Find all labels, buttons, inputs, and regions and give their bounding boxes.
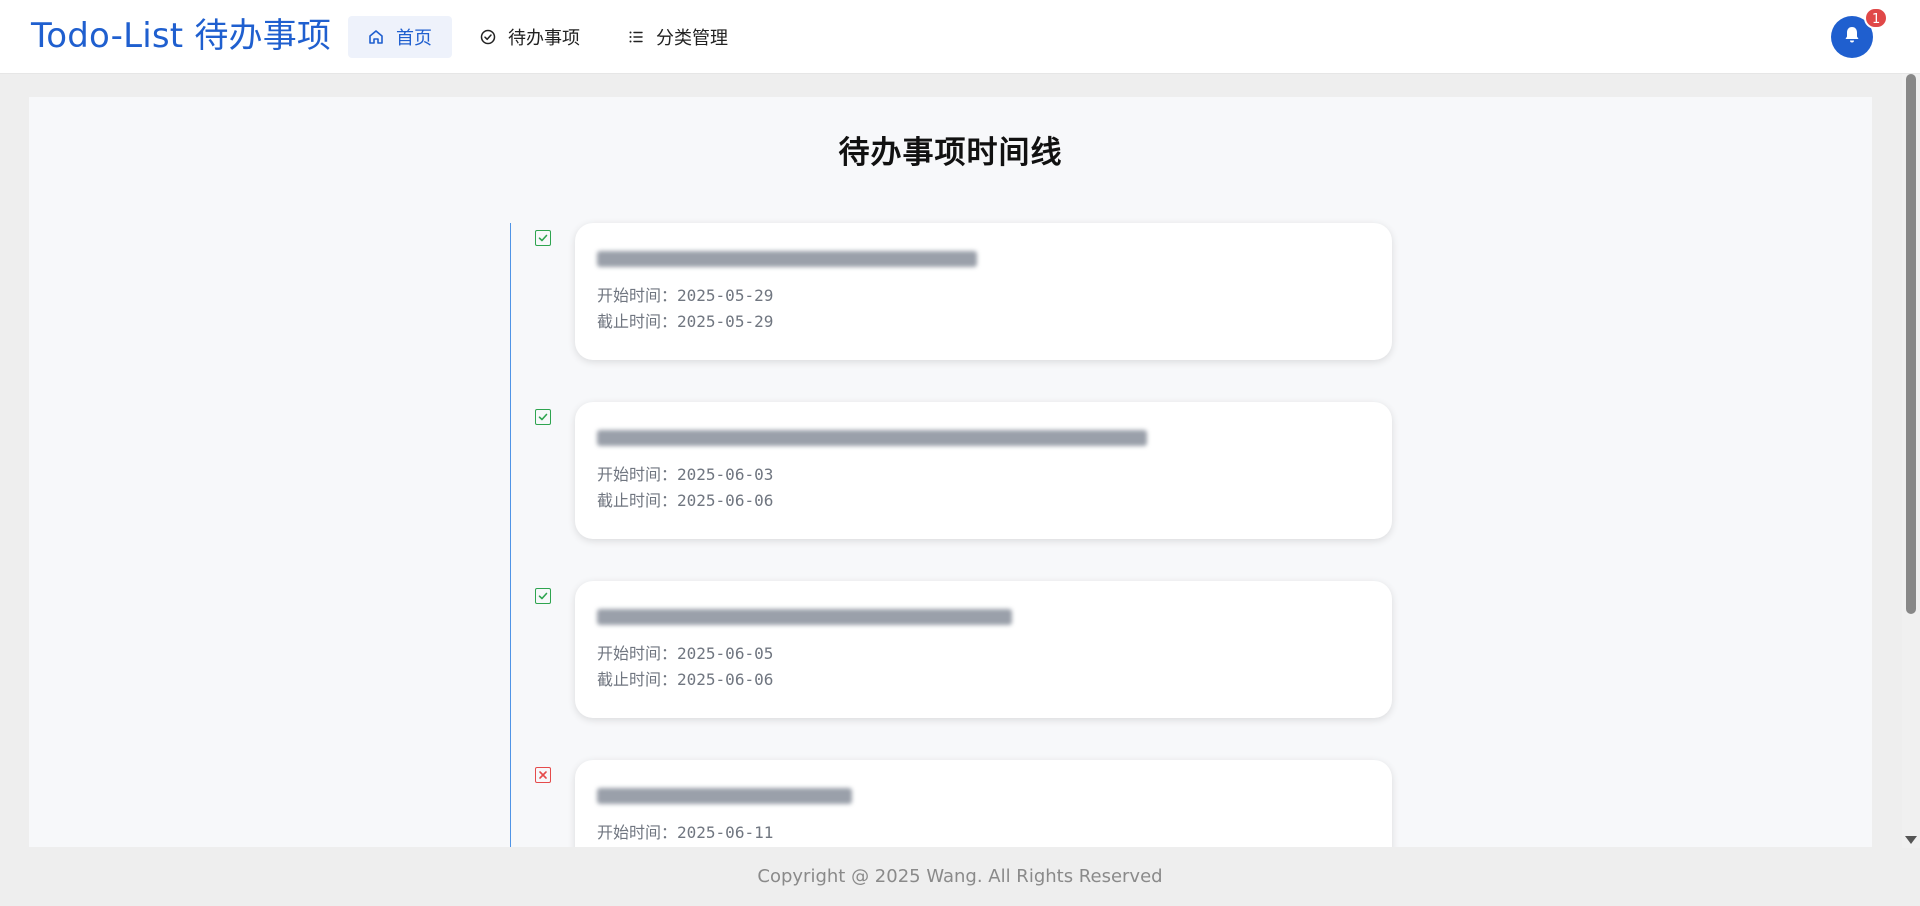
nav-item-label: 待办事项 [508, 28, 580, 49]
start-date-label: 开始时间： [597, 286, 678, 305]
page-title: 待办事项时间线 [838, 135, 1063, 171]
end-date-line: 截止时间：2025-06-06 [597, 667, 1370, 693]
end-date-value: 2025-06-06 [677, 491, 774, 510]
end-date-value: 2025-06-06 [677, 670, 774, 689]
completed-status-icon [535, 588, 551, 604]
check-circle-icon [480, 29, 496, 45]
blurred-title-placeholder [597, 609, 1012, 625]
todo-title [597, 245, 1370, 275]
completed-status-icon [535, 230, 551, 246]
start-date-line: 开始时间：2025-06-11 [597, 820, 1370, 846]
timeline-axis [510, 223, 511, 847]
start-date-label: 开始时间： [597, 644, 678, 663]
start-date-label: 开始时间： [597, 465, 678, 484]
start-date-value: 2025-06-03 [677, 465, 774, 484]
nav-item-categories[interactable]: 分类管理 [608, 16, 748, 58]
start-date-value: 2025-06-05 [677, 644, 774, 663]
notification-count-badge: 1 [1864, 7, 1889, 29]
bell-icon [1842, 25, 1862, 49]
end-date-label: 截止时间： [597, 312, 678, 331]
todo-card[interactable]: 开始时间：2025-06-05 截止时间：2025-06-06 [575, 581, 1392, 718]
todo-card[interactable]: 开始时间：2025-06-03 截止时间：2025-06-06 [575, 402, 1392, 539]
blurred-title-placeholder [597, 251, 977, 267]
scroll-down-arrow-icon[interactable] [1905, 836, 1917, 844]
end-date-line: 截止时间：2025-05-29 [597, 309, 1370, 335]
scrollbar-thumb[interactable] [1906, 74, 1916, 614]
end-date-label: 截止时间： [597, 491, 678, 510]
blurred-title-placeholder [597, 430, 1147, 446]
home-icon [368, 29, 384, 45]
vertical-scrollbar[interactable] [1902, 74, 1920, 848]
todo-card[interactable]: 开始时间：2025-06-11 [575, 760, 1392, 847]
start-date-label: 开始时间： [597, 823, 678, 842]
completed-status-icon [535, 409, 551, 425]
main-nav: 首页 待办事项 分类管理 [348, 16, 748, 58]
start-date-value: 2025-05-29 [677, 286, 774, 305]
nav-item-home[interactable]: 首页 [348, 16, 452, 58]
todo-title [597, 424, 1370, 454]
todo-title [597, 782, 1370, 812]
blurred-title-placeholder [597, 788, 852, 804]
start-date-value: 2025-06-11 [677, 823, 774, 842]
list-icon [628, 29, 644, 45]
end-date-line: 截止时间：2025-06-06 [597, 488, 1370, 514]
start-date-line: 开始时间：2025-06-03 [597, 462, 1370, 488]
start-date-line: 开始时间：2025-05-29 [597, 283, 1370, 309]
end-date-label: 截止时间： [597, 670, 678, 689]
nav-item-label: 分类管理 [656, 28, 728, 49]
end-date-value: 2025-05-29 [677, 312, 774, 331]
todo-card[interactable]: 开始时间：2025-05-29 截止时间：2025-05-29 [575, 223, 1392, 360]
app-brand[interactable]: Todo-List 待办事项 [31, 14, 331, 58]
footer-copyright: Copyright @ 2025 Wang. All Rights Reserv… [757, 866, 1163, 887]
timeline-panel: 待办事项时间线 开始时间：2025-05-29 截止时间：2025-05-29 [29, 97, 1872, 847]
todo-title [597, 603, 1370, 633]
top-navbar: Todo-List 待办事项 首页 待办事项 分类管理 1 [0, 0, 1920, 74]
start-date-line: 开始时间：2025-06-05 [597, 641, 1370, 667]
nav-item-todos[interactable]: 待办事项 [460, 16, 600, 58]
nav-item-label: 首页 [396, 28, 432, 49]
failed-status-icon [535, 767, 551, 783]
